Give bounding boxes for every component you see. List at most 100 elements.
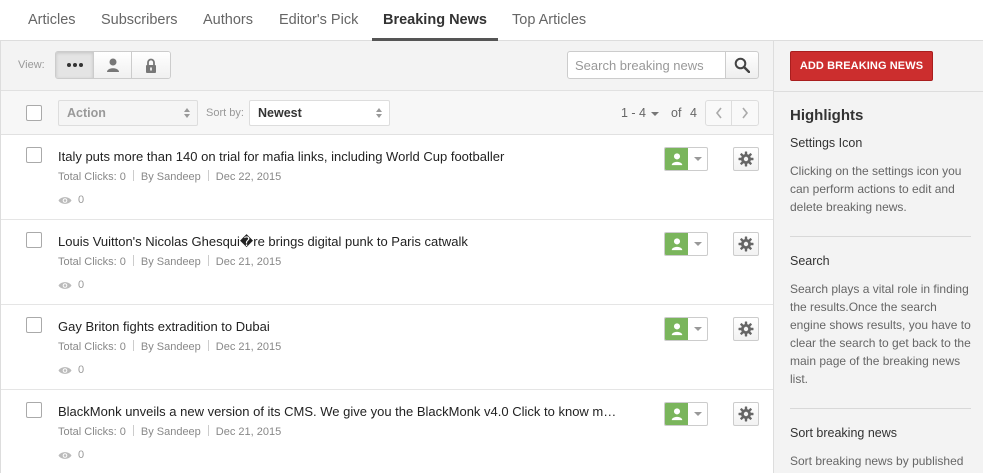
caret-down-icon <box>693 242 702 246</box>
news-meta: Total Clicks: 0 By Sandeep Dec 21, 2015 <box>58 255 281 268</box>
user-icon <box>671 153 682 166</box>
meta-divider <box>132 255 134 266</box>
author: By Sandeep <box>140 171 201 183</box>
tab-editors-pick[interactable]: Editor's Pick <box>268 0 369 40</box>
add-breaking-news-button[interactable]: ADD BREAKING NEWS <box>790 51 933 81</box>
news-title-link[interactable]: Italy puts more than 140 on trial for ma… <box>58 149 504 164</box>
tab-top-articles[interactable]: Top Articles <box>501 0 597 40</box>
help-section-body: Clicking on the settings icon you can pe… <box>790 164 962 214</box>
gear-icon <box>738 406 754 422</box>
list-item: Italy puts more than 140 on trial for ma… <box>1 135 773 220</box>
settings-button[interactable] <box>733 402 759 426</box>
sort-select[interactable]: Newest <box>249 100 390 126</box>
caret-down-icon <box>693 327 702 331</box>
pager-of-label: of <box>671 106 682 120</box>
tab-breaking-news[interactable]: Breaking News <box>372 0 498 41</box>
status-caret-button[interactable] <box>688 148 707 170</box>
user-icon <box>106 58 119 72</box>
toolbar: View: <box>1 41 773 91</box>
meta-divider <box>207 255 209 266</box>
caret-down-icon <box>693 412 702 416</box>
tab-subscribers[interactable]: Subscribers <box>90 0 189 40</box>
status-button[interactable] <box>665 403 688 425</box>
date: Dec 22, 2015 <box>215 171 282 183</box>
date: Dec 21, 2015 <box>215 426 282 438</box>
gear-icon <box>738 321 754 337</box>
publish-status-dropdown <box>664 232 708 256</box>
gear-icon <box>738 151 754 167</box>
news-meta: Total Clicks: 0 By Sandeep Dec 21, 2015 <box>58 425 281 438</box>
news-meta: Total Clicks: 0 By Sandeep Dec 21, 2015 <box>58 340 281 353</box>
author: By Sandeep <box>140 426 201 438</box>
eye-icon <box>58 366 72 374</box>
row-checkbox[interactable] <box>26 232 42 248</box>
row-checkbox[interactable] <box>26 402 42 418</box>
view-locked-button[interactable] <box>132 52 170 78</box>
settings-button[interactable] <box>733 147 759 171</box>
date: Dec 21, 2015 <box>215 256 282 268</box>
help-section-body: Search plays a vital role in finding the… <box>790 282 971 386</box>
author: By Sandeep <box>140 341 201 353</box>
action-select[interactable]: Action <box>58 100 198 126</box>
divider <box>790 408 971 409</box>
settings-button[interactable] <box>733 232 759 256</box>
updown-arrows-icon <box>184 108 191 118</box>
settings-button[interactable] <box>733 317 759 341</box>
row-checkbox[interactable] <box>26 147 42 163</box>
view-count: 0 <box>58 279 84 291</box>
meta-divider <box>132 170 134 181</box>
view-all-button[interactable] <box>56 52 94 78</box>
search-icon <box>734 57 750 73</box>
pager-buttons <box>705 100 759 126</box>
total-clicks: Total Clicks: 0 <box>58 171 126 183</box>
news-list: Italy puts more than 140 on trial for ma… <box>1 135 773 473</box>
view-count-value: 0 <box>78 364 85 376</box>
search-button[interactable] <box>725 51 759 79</box>
status-caret-button[interactable] <box>688 233 707 255</box>
tab-articles[interactable]: Articles <box>17 0 87 40</box>
news-meta: Total Clicks: 0 By Sandeep Dec 22, 2015 <box>58 170 281 183</box>
more-icon <box>66 63 83 67</box>
help-sidebar: ADD BREAKING NEWS Highlights Settings Ic… <box>773 41 983 473</box>
news-title-link[interactable]: Louis Vuitton's Nicolas Ghesqui�re bring… <box>58 234 468 250</box>
filter-bar: Action Sort by: Newest 1 - 4 of 4 <box>1 91 773 135</box>
eye-icon <box>58 196 72 204</box>
caret-down-icon <box>651 111 660 116</box>
next-page-button[interactable] <box>732 101 758 125</box>
publish-status-dropdown <box>664 317 708 341</box>
select-all-checkbox[interactable] <box>26 105 42 121</box>
status-button[interactable] <box>665 148 688 170</box>
search-input[interactable] <box>567 51 726 79</box>
view-count: 0 <box>58 449 84 461</box>
list-item: Louis Vuitton's Nicolas Ghesqui�re bring… <box>1 220 773 305</box>
view-count-value: 0 <box>78 194 85 206</box>
news-title-link[interactable]: BlackMonk unveils a new version of its C… <box>58 404 616 419</box>
status-caret-button[interactable] <box>688 403 707 425</box>
highlights-title: Highlights <box>790 107 864 124</box>
view-user-button[interactable] <box>94 52 132 78</box>
prev-page-button[interactable] <box>706 101 732 125</box>
status-button[interactable] <box>665 233 688 255</box>
status-button[interactable] <box>665 318 688 340</box>
eye-icon <box>58 451 72 459</box>
list-item: BlackMonk unveils a new version of its C… <box>1 390 773 473</box>
user-icon <box>671 323 682 336</box>
date: Dec 21, 2015 <box>215 341 282 353</box>
help-section-body: Sort breaking news by published <box>790 454 964 468</box>
meta-divider <box>207 425 209 436</box>
pager-range-dropdown[interactable]: 1 - 4 <box>621 106 660 120</box>
pager-total: 4 <box>690 106 697 120</box>
help-section-title: Sort breaking news <box>790 426 898 440</box>
total-clicks: Total Clicks: 0 <box>58 341 126 353</box>
status-caret-button[interactable] <box>688 318 707 340</box>
news-title-link[interactable]: Gay Briton fights extradition to Dubai <box>58 319 270 334</box>
meta-divider <box>207 170 209 181</box>
chevron-left-icon <box>715 107 722 119</box>
tab-bar: Articles Subscribers Authors Editor's Pi… <box>0 0 983 41</box>
action-select-label: Action <box>67 106 106 120</box>
tab-authors[interactable]: Authors <box>192 0 264 40</box>
main-panel: View: Action Sort by: Newest <box>0 41 773 473</box>
view-toggle-group <box>55 51 171 79</box>
row-checkbox[interactable] <box>26 317 42 333</box>
updown-arrows-icon <box>376 108 383 118</box>
